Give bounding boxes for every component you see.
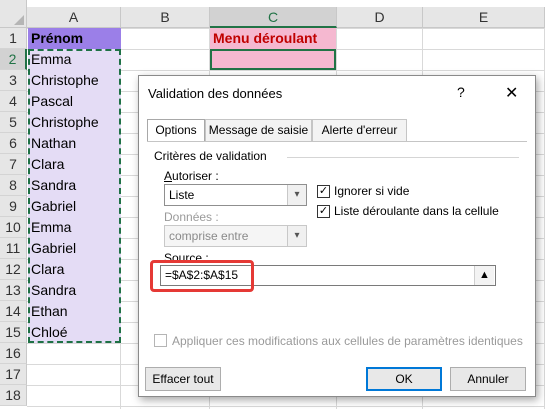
row-header[interactable]: 18 [0, 385, 27, 406]
column-header-a[interactable]: A [27, 7, 121, 28]
collapse-arrow-icon[interactable]: ▲ [474, 266, 494, 285]
cancel-button[interactable]: Annuler [450, 367, 526, 391]
apply-all-label: Appliquer ces modifications aux cellules… [172, 334, 523, 348]
cell-a1-header[interactable]: Prénom [28, 28, 121, 49]
data-select-value: comprise entre [169, 229, 249, 243]
data-select: comprise entre ▾ [164, 225, 307, 247]
row-header[interactable]: 11 [0, 238, 27, 259]
chevron-down-icon: ▾ [287, 226, 306, 246]
row-header[interactable]: 8 [0, 175, 27, 196]
row-header[interactable]: 13 [0, 280, 27, 301]
row-header[interactable]: 14 [0, 301, 27, 322]
row-header[interactable]: 2 [0, 49, 27, 70]
in-cell-dropdown-checkbox[interactable]: ✓ [317, 205, 330, 218]
close-icon[interactable]: ✕ [505, 83, 518, 103]
allow-select-value: Liste [169, 188, 195, 202]
allow-label: Autoriser : [164, 169, 219, 183]
row-header[interactable]: 5 [0, 112, 27, 133]
select-all-triangle-icon [14, 15, 24, 25]
allow-select[interactable]: Liste ▾ [164, 184, 307, 206]
copy-marquee-a2-a15 [28, 49, 121, 343]
chevron-down-icon[interactable]: ▾ [287, 185, 306, 205]
row-header[interactable]: 12 [0, 259, 27, 280]
row-header[interactable]: 4 [0, 91, 27, 112]
section-divider [287, 157, 519, 158]
column-header-b[interactable]: B [121, 7, 210, 28]
cell-c2-selected[interactable] [210, 49, 336, 70]
row-header[interactable]: 1 [0, 28, 27, 49]
ignore-blank-label[interactable]: Ignorer si vide [334, 184, 409, 198]
row-header[interactable]: 6 [0, 133, 27, 154]
apply-all-checkbox [154, 334, 167, 347]
row-header[interactable]: 10 [0, 217, 27, 238]
source-highlight-box [150, 260, 254, 292]
tab-input-message[interactable]: Message de saisie [205, 119, 312, 141]
tab-options[interactable]: Options [147, 119, 205, 142]
ok-button[interactable]: OK [366, 367, 442, 391]
in-cell-dropdown-label[interactable]: Liste déroulante dans la cellule [334, 204, 499, 218]
row-header[interactable]: 7 [0, 154, 27, 175]
row-header[interactable]: 16 [0, 343, 27, 364]
row-header[interactable]: 9 [0, 196, 27, 217]
data-label: Données : [164, 210, 219, 224]
clear-all-button[interactable]: Effacer tout [145, 367, 221, 391]
select-all-corner[interactable] [0, 0, 27, 28]
tab-error-alert[interactable]: Alerte d'erreur [312, 119, 407, 141]
cell-c1-header[interactable]: Menu déroulant [210, 28, 336, 49]
data-validation-dialog: Validation des données ? ✕ Options Messa… [138, 75, 536, 397]
section-title: Critères de validation [154, 149, 267, 163]
column-header-e[interactable]: E [423, 7, 545, 28]
help-button[interactable]: ? [457, 84, 465, 100]
row-header[interactable]: 3 [0, 70, 27, 91]
column-header-c[interactable]: C [210, 7, 337, 28]
row-header[interactable]: 17 [0, 364, 27, 385]
dialog-title: Validation des données [148, 86, 283, 101]
row-header[interactable]: 15 [0, 322, 27, 343]
column-header-d[interactable]: D [337, 7, 423, 28]
ignore-blank-checkbox[interactable]: ✓ [317, 185, 330, 198]
